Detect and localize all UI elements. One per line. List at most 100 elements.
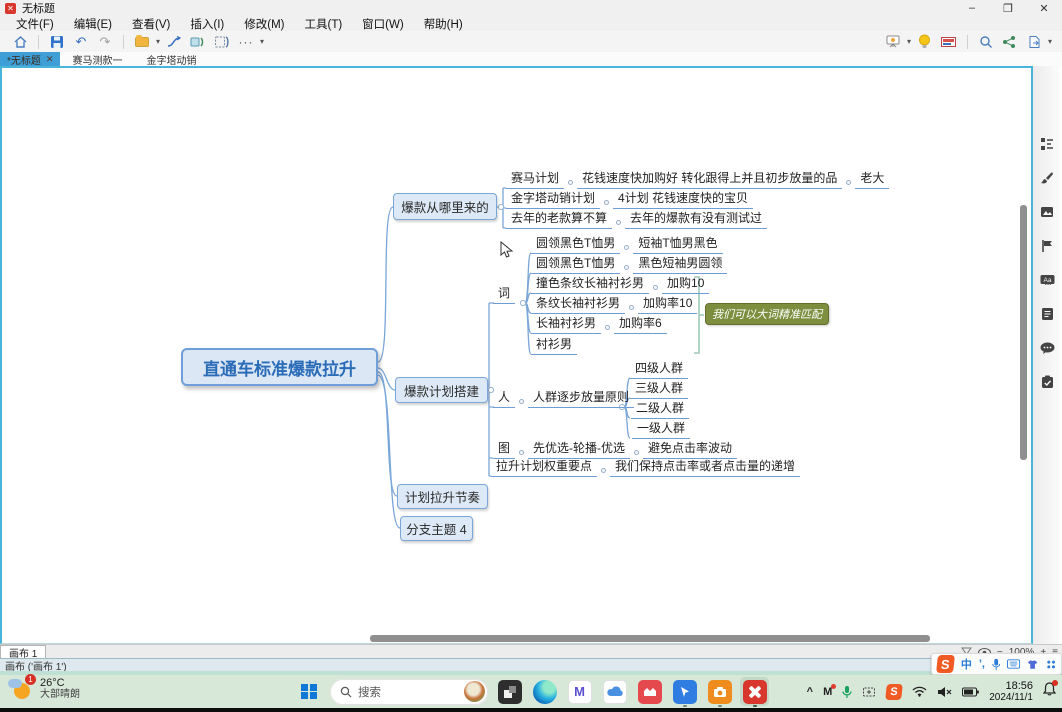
tray-overlay-tool-icon[interactable] bbox=[862, 686, 876, 698]
vertical-scrollbar[interactable] bbox=[1020, 205, 1027, 460]
taskbar-search[interactable]: 搜索 bbox=[330, 679, 488, 705]
taskbar-app-red[interactable] bbox=[636, 678, 663, 705]
taskbar-app-markdown[interactable]: M bbox=[566, 678, 593, 705]
taskbar-app-capture[interactable] bbox=[706, 678, 733, 705]
running-indicator bbox=[753, 705, 757, 708]
topic[interactable]: 我们保持点击率或者点击量的递增 bbox=[610, 459, 800, 477]
expand-dot-icon[interactable] bbox=[653, 285, 658, 290]
skin-icon[interactable] bbox=[1027, 659, 1038, 670]
topic[interactable]: 圆领黑色T恤男 bbox=[531, 256, 620, 274]
topic[interactable]: 一级人群 bbox=[632, 421, 690, 439]
edge-icon bbox=[533, 680, 557, 704]
expand-dot-icon[interactable] bbox=[634, 450, 639, 455]
weather-desc: 大部晴朗 bbox=[40, 689, 80, 701]
punctuation-button[interactable]: ’, bbox=[979, 658, 985, 670]
photos-app-icon bbox=[498, 680, 522, 704]
sogou-logo-icon[interactable]: S bbox=[936, 655, 955, 673]
tray-clock[interactable]: 18:56 2024/11/1 bbox=[989, 680, 1033, 704]
expand-dot-icon[interactable] bbox=[519, 399, 524, 404]
expand-dot-icon[interactable] bbox=[624, 245, 629, 250]
topic[interactable]: 条纹长袖衬衫男 bbox=[531, 296, 625, 314]
topic[interactable]: 黑色短袖男圆领 bbox=[633, 256, 727, 274]
clock-date: 2024/11/1 bbox=[989, 692, 1033, 704]
start-button[interactable] bbox=[296, 679, 322, 705]
topic[interactable]: 加购率10 bbox=[638, 296, 697, 314]
tray-expand-chevron[interactable]: ^ bbox=[807, 686, 813, 698]
topic[interactable]: 拉升计划权重要点 bbox=[491, 459, 597, 477]
topic[interactable]: 衬衫男 bbox=[531, 337, 577, 355]
central-topic[interactable]: 直通车标准爆款拉升 bbox=[181, 348, 378, 386]
taskbar-app-xmind-active[interactable] bbox=[741, 678, 768, 705]
search-highlight-image[interactable] bbox=[464, 681, 485, 702]
topic[interactable]: 人 bbox=[493, 390, 515, 408]
clock-time: 18:56 bbox=[1005, 680, 1033, 692]
summary-note[interactable]: 我们可以大词精准匹配 bbox=[705, 303, 829, 325]
sogou-toolbox-icon[interactable] bbox=[1046, 659, 1056, 670]
topic[interactable]: 避免点击率波动 bbox=[643, 441, 737, 459]
expand-dot-icon[interactable] bbox=[568, 180, 573, 185]
notification-bell[interactable] bbox=[1043, 682, 1056, 701]
topic[interactable]: 撞色条纹长袖衬衫男 bbox=[531, 276, 649, 294]
voice-input-icon[interactable] bbox=[992, 658, 1000, 671]
chinese-mode-button[interactable]: 中 bbox=[961, 656, 972, 672]
word-row-4: 条纹长袖衬衫男 加购率10 bbox=[531, 296, 697, 314]
taskbar-app-edge[interactable] bbox=[531, 678, 558, 705]
topic[interactable]: 人群逐步放量原则 bbox=[528, 390, 634, 408]
expand-dot-icon[interactable] bbox=[629, 305, 634, 310]
tray-microphone-icon[interactable] bbox=[842, 685, 852, 699]
topic[interactable]: 去年的爆款有没有测试过 bbox=[625, 211, 767, 229]
windows-logo-icon bbox=[301, 684, 317, 700]
topic[interactable]: 先优选-轮播-优选 bbox=[528, 441, 630, 459]
topic[interactable]: 金字塔动销计划 bbox=[506, 191, 600, 209]
branch-topic-plan-build[interactable]: 爆款计划搭建 bbox=[395, 377, 488, 403]
red-app-icon bbox=[638, 680, 662, 704]
topic[interactable]: 短袖T恤男黑色 bbox=[633, 236, 722, 254]
topic[interactable]: 三级人群 bbox=[630, 381, 688, 399]
word-row-6: 衬衫男 bbox=[531, 337, 577, 355]
tray-volume-muted-icon[interactable] bbox=[937, 686, 952, 698]
app-window: ✕ 无标题 – ❐ ✕ 文件(F) 编辑(E) 查看(V) 插入(I) 修改(M… bbox=[0, 0, 1062, 712]
branch-topic-source[interactable]: 爆款从哪里来的 bbox=[393, 193, 497, 220]
tray-battery-icon[interactable] bbox=[962, 687, 979, 697]
topic[interactable]: 四级人群 bbox=[630, 361, 688, 379]
expand-dot-icon[interactable] bbox=[624, 265, 629, 270]
mindmap-connectors bbox=[0, 0, 1062, 712]
topic[interactable]: 花钱速度快加购好 转化跟得上并且初步放量的品 bbox=[577, 171, 842, 189]
sheet-tab-canvas1[interactable]: 画布 1 bbox=[0, 645, 46, 658]
expand-dot-icon[interactable] bbox=[601, 468, 606, 473]
tray-sogou-icon[interactable]: S bbox=[885, 684, 903, 700]
topic-word: 词 bbox=[493, 286, 515, 304]
system-tray: ^ M S 18:56 2024/11/1 bbox=[807, 677, 1056, 706]
topic[interactable]: 加购率6 bbox=[614, 316, 667, 334]
topic[interactable]: 4计划 花钱速度快的宝贝 bbox=[613, 191, 753, 209]
taskbar-app-cloud[interactable] bbox=[601, 678, 628, 705]
topic[interactable]: 去年的老款算不算 bbox=[506, 211, 612, 229]
expand-dot-icon[interactable] bbox=[616, 220, 621, 225]
expand-dot-icon[interactable] bbox=[604, 200, 609, 205]
branch-topic-rhythm[interactable]: 计划拉升节奏 bbox=[397, 484, 488, 509]
branch-topic-4[interactable]: 分支主题 4 bbox=[400, 516, 473, 541]
expand-dot-icon[interactable] bbox=[519, 450, 524, 455]
topic[interactable]: 词 bbox=[493, 286, 515, 304]
expand-dot-icon[interactable] bbox=[605, 325, 610, 330]
word-row-1: 圆领黑色T恤男 短袖T恤男黑色 bbox=[531, 236, 723, 254]
topic[interactable]: 长袖衬衫男 bbox=[531, 316, 601, 334]
horizontal-scrollbar[interactable] bbox=[370, 635, 930, 642]
pointer-app-icon bbox=[673, 680, 697, 704]
tray-m-app[interactable]: M bbox=[823, 686, 832, 698]
tray-wifi-icon[interactable] bbox=[912, 686, 927, 697]
topic[interactable]: 加购10 bbox=[662, 276, 709, 294]
taskbar-app-pointer[interactable] bbox=[671, 678, 698, 705]
topic[interactable]: 赛马计划 bbox=[506, 171, 564, 189]
weather-widget[interactable]: 1 26°C 大部晴朗 bbox=[8, 677, 80, 701]
topic[interactable]: 图 bbox=[493, 441, 515, 459]
soft-keyboard-icon[interactable] bbox=[1007, 659, 1020, 669]
taskbar-app-photos[interactable] bbox=[496, 678, 523, 705]
topic-row-image: 图 先优选-轮播-优选 避免点击率波动 bbox=[493, 441, 737, 459]
topic[interactable]: 老大 bbox=[855, 171, 889, 189]
mouse-cursor bbox=[500, 241, 514, 259]
topic[interactable]: 圆领黑色T恤男 bbox=[531, 236, 620, 254]
topic[interactable]: 二级人群 bbox=[631, 401, 689, 419]
search-placeholder: 搜索 bbox=[358, 684, 458, 700]
expand-dot-icon[interactable] bbox=[846, 180, 851, 185]
